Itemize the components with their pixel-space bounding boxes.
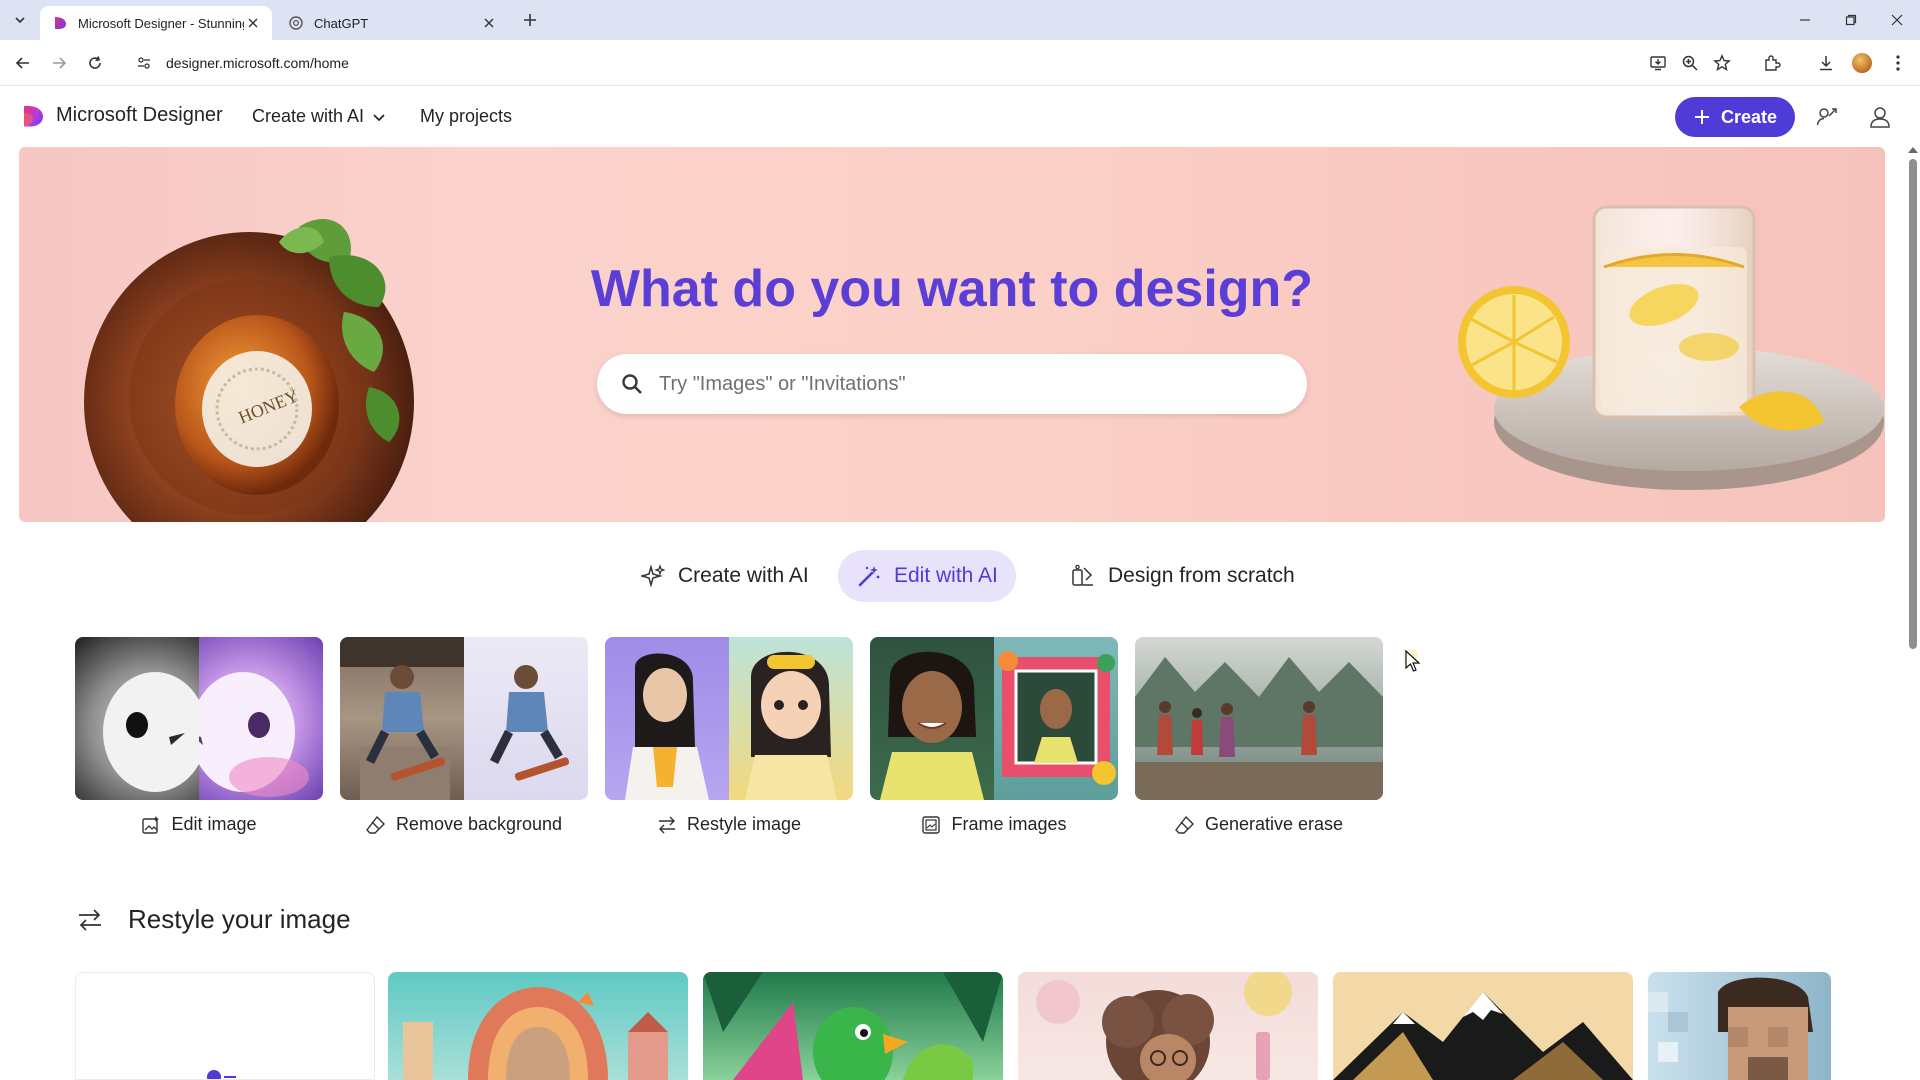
tab-create-with-ai[interactable]: Create with AI [622, 550, 827, 602]
zoom-icon[interactable] [1678, 51, 1702, 75]
feature-label-text: Edit image [171, 814, 257, 834]
new-tab-icon[interactable] [518, 8, 542, 32]
tab-edit-with-ai[interactable]: Edit with AI [838, 550, 1016, 602]
chevron-down-icon [373, 113, 385, 121]
url-text: designer.microsoft.com/home [166, 55, 349, 71]
design-icon [1070, 563, 1096, 589]
tab-title: ChatGPT [314, 15, 369, 31]
forward-icon[interactable] [46, 50, 72, 76]
feature-thumbnail [75, 637, 323, 800]
feature-label-text: Frame images [951, 814, 1067, 834]
designer-logo-icon[interactable] [20, 103, 46, 129]
downloads-icon[interactable] [1814, 51, 1838, 75]
reload-icon[interactable] [82, 50, 108, 76]
search-icon [619, 371, 645, 397]
tab-label: Create with AI [678, 564, 809, 587]
feature-label-text: Restyle image [686, 814, 802, 834]
page-scrollbar[interactable] [1904, 147, 1920, 1080]
restyle-card-style-5[interactable] [1648, 972, 1831, 1080]
feature-thumbnail [340, 637, 588, 800]
restyle-card-style-1[interactable] [388, 972, 688, 1080]
feature-card-remove-background[interactable]: Remove background [340, 637, 588, 835]
account-icon[interactable] [1866, 103, 1894, 131]
search-input[interactable] [659, 372, 1259, 396]
browser-tab-strip: Microsoft Designer - Stunning ChatGPT [0, 0, 1920, 40]
magic-wand-icon [856, 563, 882, 589]
create-with-ai-menu[interactable]: Create with AI [252, 106, 386, 127]
feature-label: Generative erase [1135, 814, 1383, 835]
close-tab-icon[interactable] [244, 14, 262, 32]
feature-label-text: Remove background [395, 814, 563, 834]
create-button-label: Create [1720, 106, 1778, 127]
restyle-card-style-4[interactable] [1333, 972, 1633, 1080]
feature-label-text: Generative erase [1204, 814, 1344, 834]
restyle-card-upload[interactable] [75, 972, 375, 1080]
share-icon[interactable] [1813, 103, 1841, 131]
feature-thumbnail [605, 637, 853, 800]
create-button[interactable]: Create [1675, 97, 1795, 137]
back-icon[interactable] [10, 50, 36, 76]
tab-label: Design from scratch [1108, 564, 1295, 587]
frame-icon [921, 815, 941, 835]
designer-favicon-icon [55, 17, 66, 29]
feature-label: Remove background [340, 814, 588, 835]
section-title: Restyle your image [128, 904, 351, 934]
plus-icon [1694, 110, 1709, 124]
minimize-icon[interactable] [1790, 6, 1820, 34]
browser-toolbar: designer.microsoft.com/home [0, 40, 1920, 86]
feature-thumbnail [1135, 637, 1383, 800]
mode-tabs: Create with AI Edit with AI Design from … [0, 550, 1920, 606]
eraser-icon [1175, 815, 1195, 835]
my-projects-link[interactable]: My projects [420, 106, 512, 127]
eraser-icon [366, 815, 386, 835]
extensions-icon[interactable] [1760, 51, 1784, 75]
address-bar[interactable]: designer.microsoft.com/home [122, 45, 1642, 81]
profile-avatar[interactable] [1850, 51, 1874, 75]
tab-list-icon[interactable] [8, 8, 32, 32]
feature-card-restyle-image[interactable]: Restyle image [605, 637, 853, 835]
hero-banner: HONEY What do you want to design? [19, 147, 1885, 522]
mouse-cursor-icon [1404, 650, 1421, 672]
feature-label: Frame images [870, 814, 1118, 835]
swap-arrows-icon [657, 815, 677, 835]
browser-menu-icon[interactable] [1886, 51, 1910, 75]
install-app-icon[interactable] [1646, 51, 1670, 75]
bookmark-star-icon[interactable] [1710, 51, 1734, 75]
restyle-card-style-3[interactable] [1018, 972, 1318, 1080]
feature-label: Restyle image [605, 814, 853, 835]
brand-name[interactable]: Microsoft Designer [56, 104, 223, 127]
tab-title: Microsoft Designer - Stunning [78, 15, 244, 31]
feature-card-edit-image[interactable]: Edit image [75, 637, 323, 835]
scroll-up-arrow-icon[interactable] [1908, 147, 1918, 153]
tab-label: Edit with AI [894, 564, 998, 587]
app-header: Microsoft Designer Create with AI My pro… [0, 86, 1920, 146]
swap-arrows-icon [76, 906, 104, 934]
close-tab-icon[interactable] [480, 14, 498, 32]
restore-icon[interactable] [1836, 6, 1866, 34]
restyle-card-style-2[interactable] [703, 972, 1003, 1080]
honey-jar-illustration: HONEY [84, 219, 414, 522]
feature-label: Edit image [75, 814, 323, 835]
feature-card-frame-images[interactable]: Frame images [870, 637, 1118, 835]
chatgpt-favicon-icon [289, 16, 303, 30]
sparkle-icon [640, 563, 666, 589]
design-search-bar[interactable] [597, 354, 1307, 414]
site-info-icon[interactable] [132, 51, 156, 75]
close-window-icon[interactable] [1882, 6, 1912, 34]
browser-tab-designer[interactable]: Microsoft Designer - Stunning [40, 6, 272, 40]
image-edit-icon [141, 815, 161, 835]
lemon-water-illustration [1458, 205, 1884, 490]
restyle-section-header: Restyle your image [76, 904, 351, 935]
feature-card-generative-erase[interactable]: Generative erase [1135, 637, 1383, 835]
browser-tab-chatgpt[interactable]: ChatGPT [276, 6, 508, 40]
tab-design-from-scratch[interactable]: Design from scratch [1052, 550, 1313, 602]
create-with-ai-label: Create with AI [252, 106, 365, 126]
feature-thumbnail [870, 637, 1118, 800]
scroll-thumb[interactable] [1909, 159, 1917, 649]
